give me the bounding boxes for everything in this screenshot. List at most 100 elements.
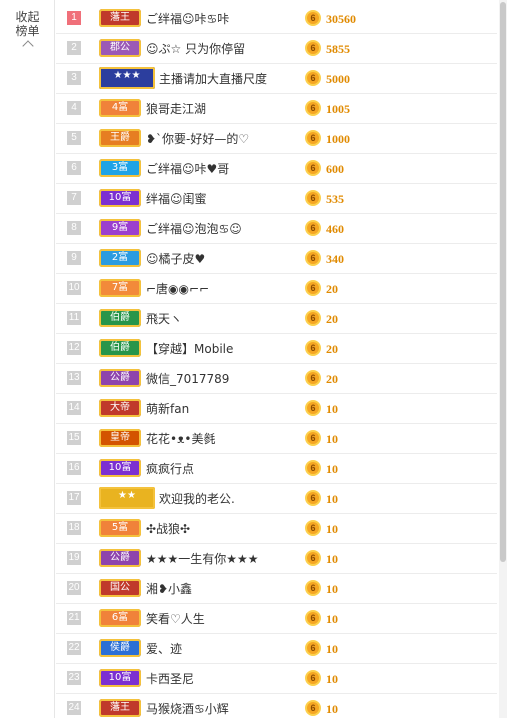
user-name[interactable]: 飛天ヽ xyxy=(146,311,182,327)
user-name[interactable]: 爱、迹 xyxy=(146,641,182,657)
ranking-row[interactable]: 12 伯爵 【穿越】Mobile 6 20 xyxy=(56,334,497,364)
ranking-row[interactable]: 13 公爵 微信_7017789 6 20 xyxy=(56,364,497,394)
ranking-row[interactable]: 19 公爵 ★★★一生有你★★★ 6 10 xyxy=(56,544,497,574)
user-name[interactable]: ❥`你要-好好—的♡ xyxy=(146,131,249,147)
gift-ranking-list: 1 藩王 ご绊福☺咔♋咔 6 30560 2 郡公 ☺ぷ☆ 只为你停留 6 5855 3 ★★★ 主播请… xyxy=(56,4,497,718)
ranking-row[interactable]: 22 侯爵 爱、迹 6 10 xyxy=(56,634,497,664)
user-name[interactable]: 狼哥走江湖 xyxy=(146,101,206,117)
user-name[interactable]: 疯疯行点 xyxy=(146,461,194,477)
gift-amount: 340 xyxy=(326,252,344,266)
rank-badge-icon: 大帝 xyxy=(99,399,141,417)
rank-badge-icon: 10富 xyxy=(99,459,141,477)
user-name[interactable]: 卡西圣尼 xyxy=(146,671,194,687)
user-name[interactable]: 萌新fan xyxy=(146,401,189,417)
ranking-row[interactable]: 16 10富 疯疯行点 6 10 xyxy=(56,454,497,484)
rank-number: 18 xyxy=(67,521,81,535)
rank-badge-icon: 国公 xyxy=(99,579,141,597)
user-name[interactable]: ✣战狼✣ xyxy=(146,521,190,537)
ranking-row[interactable]: 2 郡公 ☺ぷ☆ 只为你停留 6 5855 xyxy=(56,34,497,64)
gift-amount: 535 xyxy=(326,192,344,206)
ranking-row[interactable]: 21 6富 笑看♡人生 6 10 xyxy=(56,604,497,634)
ranking-row[interactable]: 6 3富 ご绊福☺咔♥哥 6 600 xyxy=(56,154,497,184)
rank-number: 12 xyxy=(67,341,81,355)
rank-number: 19 xyxy=(67,551,81,565)
rank-number: 23 xyxy=(67,671,81,685)
gift-amount: 1005 xyxy=(326,102,350,116)
ranking-row[interactable]: 17 ★★ 欢迎我的老公. 6 10 xyxy=(56,484,497,514)
user-name[interactable]: 绊福☺闺蜜 xyxy=(146,191,207,207)
user-name[interactable]: ⌐唐◉◉⌐⌐ xyxy=(146,281,209,297)
user-name[interactable]: 笑看♡人生 xyxy=(146,611,205,627)
ranking-row[interactable]: 23 10富 卡西圣尼 6 10 xyxy=(56,664,497,694)
user-name[interactable]: ご绊福☺泡泡♋☺ xyxy=(146,221,242,237)
gift-amount: 10 xyxy=(326,642,338,656)
rank-number: 13 xyxy=(67,371,81,385)
rank-number: 10 xyxy=(67,281,81,295)
gift-amount: 10 xyxy=(326,552,338,566)
coin-icon: 6 xyxy=(305,460,321,476)
ranking-row[interactable]: 20 国公 湘❥小鑫 6 10 xyxy=(56,574,497,604)
rank-badge-icon: 5富 xyxy=(99,519,141,537)
rank-number: 21 xyxy=(67,611,81,625)
coin-icon: 6 xyxy=(305,40,321,56)
ranking-row[interactable]: 18 5富 ✣战狼✣ 6 10 xyxy=(56,514,497,544)
ranking-row[interactable]: 7 10富 绊福☺闺蜜 6 535 xyxy=(56,184,497,214)
user-name[interactable]: ☺橘子皮♥ xyxy=(146,251,205,267)
coin-icon: 6 xyxy=(305,340,321,356)
rank-badge-icon: ★★ xyxy=(99,487,155,509)
ranking-row[interactable]: 4 4富 狼哥走江湖 6 1005 xyxy=(56,94,497,124)
coin-icon: 6 xyxy=(305,130,321,146)
user-name[interactable]: 微信_7017789 xyxy=(146,371,229,387)
rank-badge-icon: 公爵 xyxy=(99,549,141,567)
rank-badge-icon: 皇帝 xyxy=(99,429,141,447)
coin-icon: 6 xyxy=(305,220,321,236)
rank-number: 3 xyxy=(67,71,81,85)
scrollbar-thumb[interactable] xyxy=(500,2,506,562)
user-name[interactable]: 湘❥小鑫 xyxy=(146,581,192,597)
gift-amount: 10 xyxy=(326,432,338,446)
rank-badge-icon: 藩王 xyxy=(99,699,141,717)
rank-badge-icon: ★★★ xyxy=(99,67,155,89)
rank-badge-icon: 9富 xyxy=(99,219,141,237)
ranking-row[interactable]: 9 2富 ☺橘子皮♥ 6 340 xyxy=(56,244,497,274)
user-name[interactable]: 欢迎我的老公. xyxy=(159,491,235,507)
user-name[interactable]: 马猴烧酒♋小辉 xyxy=(146,701,229,717)
user-name[interactable]: ★★★一生有你★★★ xyxy=(146,551,259,567)
coin-icon: 6 xyxy=(305,550,321,566)
coin-icon: 6 xyxy=(305,490,321,506)
gift-amount: 20 xyxy=(326,312,338,326)
gift-amount: 5855 xyxy=(326,42,350,56)
user-name[interactable]: 花花•ᴥ•美毵 xyxy=(146,431,215,447)
rank-number: 4 xyxy=(67,101,81,115)
gift-amount: 10 xyxy=(326,492,338,506)
gift-amount: 10 xyxy=(326,582,338,596)
chevron-up-icon xyxy=(21,40,34,52)
user-name[interactable]: 主播请加大直播尺度 xyxy=(159,71,267,87)
rank-number: 11 xyxy=(67,311,81,325)
rank-number: 6 xyxy=(67,161,81,175)
ranking-row[interactable]: 1 藩王 ご绊福☺咔♋咔 6 30560 xyxy=(56,4,497,34)
collapse-ranking-toggle[interactable]: 收起榜单 xyxy=(0,10,55,52)
ranking-row[interactable]: 5 王爵 ❥`你要-好好—的♡ 6 1000 xyxy=(56,124,497,154)
collapse-ranking-label: 收起榜单 xyxy=(15,10,40,38)
user-name[interactable]: ☺ぷ☆ 只为你停留 xyxy=(146,41,245,57)
ranking-row[interactable]: 10 7富 ⌐唐◉◉⌐⌐ 6 20 xyxy=(56,274,497,304)
user-name[interactable]: ご绊福☺咔♥哥 xyxy=(146,161,229,177)
gift-amount: 600 xyxy=(326,162,344,176)
user-name[interactable]: 【穿越】Mobile xyxy=(146,341,233,357)
ranking-row[interactable]: 8 9富 ご绊福☺泡泡♋☺ 6 460 xyxy=(56,214,497,244)
ranking-row[interactable]: 11 伯爵 飛天ヽ 6 20 xyxy=(56,304,497,334)
ranking-row[interactable]: 14 大帝 萌新fan 6 10 xyxy=(56,394,497,424)
ranking-row[interactable]: 24 藩王 马猴烧酒♋小辉 6 10 xyxy=(56,694,497,718)
gift-amount: 10 xyxy=(326,612,338,626)
coin-icon: 6 xyxy=(305,190,321,206)
coin-icon: 6 xyxy=(305,250,321,266)
scrollbar[interactable] xyxy=(499,0,507,718)
rank-badge-icon: 侯爵 xyxy=(99,639,141,657)
rank-badge-icon: 6富 xyxy=(99,609,141,627)
rank-badge-icon: 10富 xyxy=(99,669,141,687)
coin-icon: 6 xyxy=(305,70,321,86)
user-name[interactable]: ご绊福☺咔♋咔 xyxy=(146,11,229,27)
ranking-row[interactable]: 3 ★★★ 主播请加大直播尺度 6 5000 xyxy=(56,64,497,94)
ranking-row[interactable]: 15 皇帝 花花•ᴥ•美毵 6 10 xyxy=(56,424,497,454)
